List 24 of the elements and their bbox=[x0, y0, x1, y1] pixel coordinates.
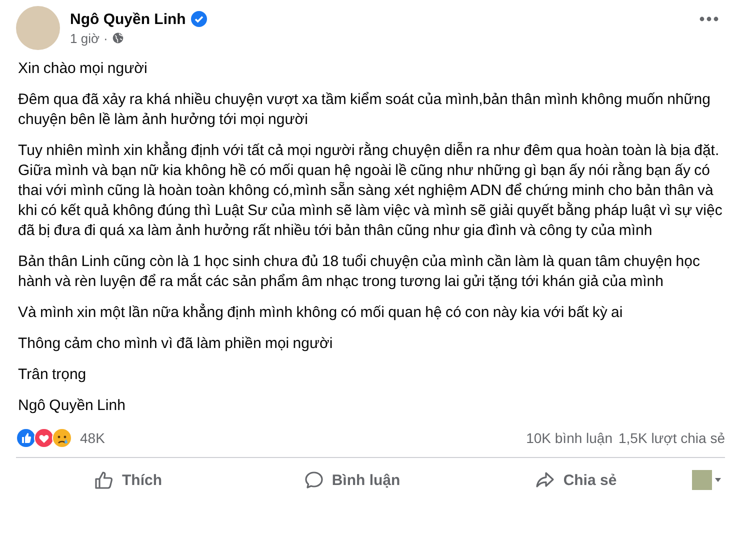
post-paragraph: Xin chào mọi người bbox=[17, 59, 148, 79]
comment-count[interactable]: 10K bình luận bbox=[526, 430, 612, 446]
post-time[interactable]: 1 giờ bbox=[70, 30, 100, 46]
reaction-icons[interactable] bbox=[16, 428, 74, 448]
author-name[interactable]: Ngô Quyền Linh bbox=[70, 10, 186, 28]
thumbs-up-icon bbox=[94, 470, 114, 490]
like-button[interactable]: Thích bbox=[16, 462, 240, 498]
globe-icon bbox=[112, 32, 124, 44]
share-button[interactable]: Chia sẻ bbox=[464, 462, 688, 498]
comment-button[interactable]: Bình luận bbox=[240, 462, 464, 498]
share-count[interactable]: 1,5K lượt chia sẻ bbox=[618, 430, 725, 446]
caret-icon bbox=[715, 478, 721, 482]
post-paragraph: Trân trọng bbox=[17, 365, 88, 385]
share-arrow-icon bbox=[535, 470, 556, 490]
blurred-profile-placeholder bbox=[692, 470, 712, 490]
speech-bubble-icon bbox=[304, 470, 324, 490]
post-paragraph: Bản thân Linh cũng còn là 1 học sinh chưa đủ 18 tuổi chuyện của mình cần làm là quan tâm chuyện học hành và rèn luyện để ra mắt các sản phẩm âm nhạc trong tương lai gửi tặng tới khán giả của mình bbox=[17, 252, 701, 292]
post-paragraph: Thông cảm cho mình vì đã làm phiền mọi người bbox=[17, 334, 334, 354]
post-paragraph: Tuy nhiên mình xin khẳng định với tất cả mọi người rằng chuyện diễn ra như đêm qua hoàn toàn là bịa đặt. Giữa mình và bạn nữ kia không hề có mối quan hệ ngoài lề cũng như những gì bạn ấy nói rằng bạn ấy có thai với mình cũng là hoàn toàn không có,mình sẵn sàng xét nghiệm ADN để chứng minh cho bản thân và khi có kết quả không đúng thì Luật Sư của mình sẽ làm việc và mình sẽ giải quyết bằng pháp luật vì sự việc đã bị đưa đi quá xa làm ảnh hưởng rất nhiều tới bản thân cũng như gia đình và công ty của mình bbox=[17, 141, 724, 241]
post-paragraph: Ngô Quyền Linh bbox=[17, 396, 126, 416]
reaction-count[interactable]: 48K bbox=[80, 430, 105, 446]
separator-dot: · bbox=[104, 30, 108, 46]
post-paragraph: Và mình xin một lần nữa khẳng định mình không có mối quan hệ có con này kia với bất kỳ ai bbox=[17, 303, 624, 323]
post-paragraph: Đêm qua đã xảy ra khá nhiều chuyện vượt xa tầm kiểm soát của mình,bản thân mình không muốn những chuyện bên lề làm ảnh hưởng tới mọi người bbox=[17, 90, 712, 130]
